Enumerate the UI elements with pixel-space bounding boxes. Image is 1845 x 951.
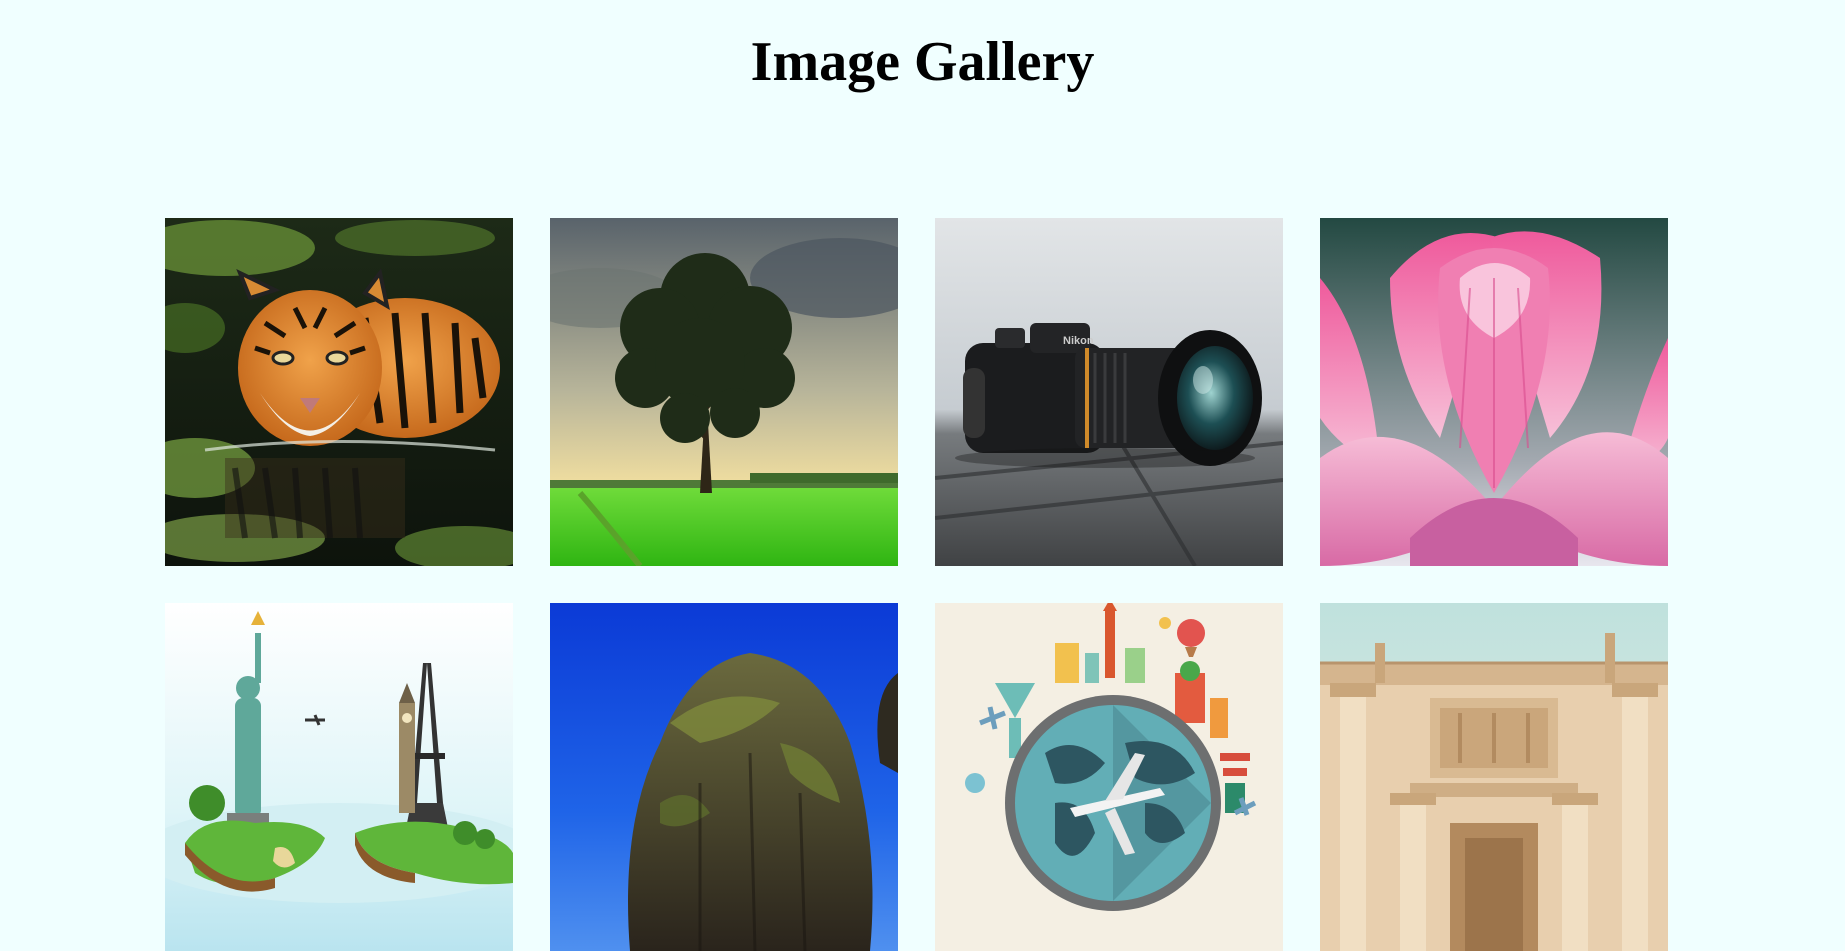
image-gallery: Nikon [165, 218, 1669, 951]
gallery-item-travel-globe[interactable] [935, 603, 1283, 951]
camera-image: Nikon [935, 218, 1283, 566]
ancient-library-image [1320, 603, 1668, 951]
gallery-item-ancient-building[interactable] [1320, 603, 1668, 951]
tree-field-image [550, 218, 898, 566]
travel-globe-image [935, 603, 1283, 951]
lotus-image [1320, 218, 1668, 566]
page-title: Image Gallery [750, 31, 1095, 93]
gallery-item-camera[interactable]: Nikon [935, 218, 1283, 566]
tiger-image [165, 218, 513, 566]
gallery-item-rock-island[interactable] [550, 603, 898, 951]
gallery-item-tiger[interactable] [165, 218, 513, 566]
svg-text:Nikon: Nikon [1063, 335, 1094, 347]
rock-island-image [550, 603, 898, 951]
landmarks-map-image [165, 603, 513, 951]
gallery-item-tree[interactable] [550, 218, 898, 566]
gallery-item-landmarks[interactable] [165, 603, 513, 951]
gallery-item-lotus[interactable] [1320, 218, 1668, 566]
